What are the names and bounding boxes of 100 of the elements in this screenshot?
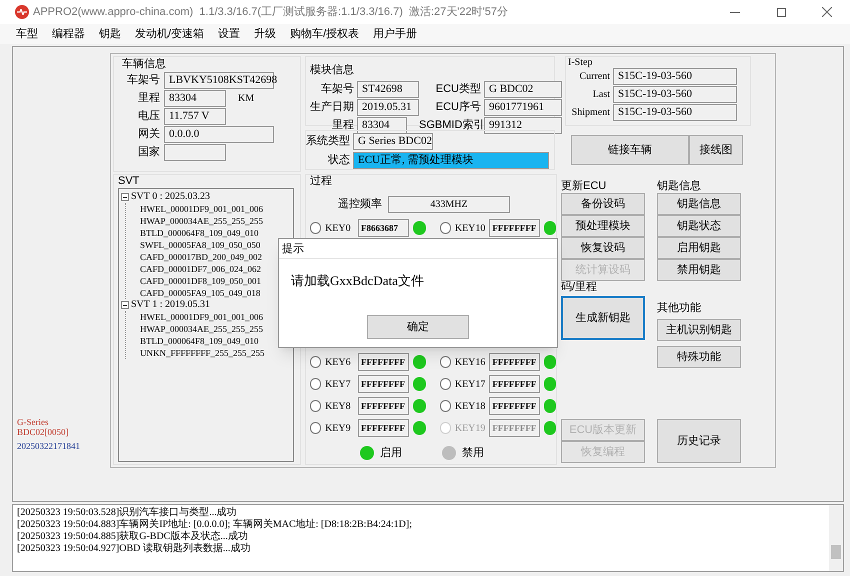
log-line: [20250323 19:50:04.927]OBD 读取钥匙列表数据...成功 [17, 543, 252, 555]
scrollbar[interactable] [829, 505, 843, 571]
tree-item[interactable]: BTLD_000064F8_109_049_010 [140, 227, 293, 239]
action-button[interactable]: 恢复设码 [561, 237, 645, 259]
radio-button[interactable] [310, 378, 322, 390]
menu-item[interactable]: 用户手册 [367, 26, 424, 42]
key-label: KEY16 [454, 356, 486, 370]
action-button[interactable]: 钥匙信息 [657, 193, 741, 215]
menu-item[interactable]: 升级 [248, 26, 282, 42]
text-field[interactable]: G Series BDC02 [353, 133, 433, 150]
group-title: 车辆信息 [122, 58, 167, 71]
text-field[interactable]: ST42698 [357, 81, 419, 98]
tree-item[interactable]: HWEL_00001DF9_001_001_006 [140, 203, 293, 215]
menu-item[interactable]: 车型 [10, 26, 44, 42]
tree-item[interactable]: HWAP_000034AE_255_255_255 [140, 215, 293, 227]
field-label: 车架号 [126, 72, 160, 88]
action-button[interactable]: 钥匙状态 [657, 215, 741, 237]
tree-item[interactable]: UNKN_FFFFFFFF_255_255_255 [140, 347, 293, 359]
group-title: 过程 [310, 175, 333, 188]
radio-button[interactable] [310, 422, 322, 434]
text-field[interactable]: 2019.05.31 [357, 99, 419, 116]
field-label: 车架号 [320, 82, 354, 98]
key-id-field[interactable]: FFFFFFFF [358, 375, 410, 393]
field-label: 里程 [137, 91, 160, 106]
field-label: 状态 [327, 152, 350, 168]
log-line: [20250323 19:50:04.885]获取G-BDC版本及状态...成功 [17, 531, 249, 542]
radio-button[interactable] [310, 222, 322, 234]
key-label: KEY7 [325, 378, 352, 392]
text-field[interactable]: G BDC02 [484, 81, 562, 98]
action-button[interactable]: 生成新钥匙 [561, 296, 645, 340]
text-field[interactable]: S15C-19-03-560 [613, 86, 737, 103]
text-field[interactable]: 991312 [484, 117, 562, 134]
menu-item[interactable]: 发动机/变速箱 [129, 26, 210, 42]
group-title: 钥匙信息 [657, 180, 702, 193]
collapse-icon[interactable] [121, 301, 129, 309]
key-label: KEY8 [325, 400, 352, 414]
menu-item[interactable]: 编程器 [46, 26, 91, 42]
text-field[interactable]: S15C-19-03-560 [613, 68, 737, 85]
radio-button[interactable] [440, 356, 451, 368]
key-id-field[interactable]: FFFFFFFF [489, 375, 540, 393]
field-label: Shipment [570, 106, 610, 120]
menu-item[interactable]: 购物车/授权表 [284, 26, 366, 42]
action-button[interactable]: 禁用钥匙 [657, 259, 741, 281]
key-id-field[interactable]: FFFFFFFF [489, 397, 540, 415]
frequency-field[interactable]: 433MHZ [388, 196, 510, 213]
field-label: ECU序号 [434, 100, 481, 116]
radio-button[interactable] [310, 400, 322, 412]
key-id-field[interactable]: FFFFFFFF [489, 219, 540, 237]
text-field[interactable]: 11.757 V [164, 108, 226, 125]
action-button[interactable]: 特殊功能 [657, 346, 741, 368]
action-button[interactable]: 备份设码 [561, 193, 645, 215]
key-label: KEY0 [325, 222, 352, 236]
text-field[interactable]: 83304 [164, 90, 226, 107]
info-text: 20250322171841 [17, 441, 81, 451]
menu-item[interactable]: 设置 [212, 26, 246, 42]
dialog-title: 提示 [279, 239, 557, 259]
group-title: 模块信息 [310, 64, 354, 76]
action-button[interactable]: 启用钥匙 [657, 237, 741, 259]
field-label: 国家 [137, 144, 160, 160]
action-button[interactable]: 历史记录 [657, 419, 741, 463]
field-label: 遥控频率 [337, 196, 382, 212]
key-id-field[interactable]: FFFFFFFF [358, 397, 410, 415]
action-button[interactable]: 链接车辆 [571, 135, 689, 165]
field-label: ECU类型 [434, 82, 481, 98]
key-id-field[interactable]: FFFFFFFF [358, 419, 410, 437]
key-label: KEY9 [325, 422, 352, 436]
field-label: Current [578, 70, 610, 84]
log-line: [20250323 19:50:04.883]车辆网关IP地址: [0.0.0.0]; 车辆网关MAC地址: [D8:18:2B:B4:24:1D]; [17, 519, 413, 530]
legend-label: 启用 [380, 446, 402, 461]
tree-item[interactable]: SVT 0 : 2025.03.23 [131, 191, 210, 203]
group-title: 其他功能 [657, 302, 701, 314]
ok-button[interactable]: 确定 [367, 315, 469, 339]
dialog-message: 请加载GxxBdcData文件 [291, 272, 425, 290]
action-button[interactable]: 接线图 [689, 135, 743, 165]
text-field[interactable]: S15C-19-03-560 [613, 104, 737, 121]
text-field[interactable]: 0.0.0.0 [164, 126, 274, 143]
app-logo-icon [15, 5, 29, 19]
info-text: G-Series [17, 417, 50, 427]
group-title: I-Step [568, 57, 594, 68]
action-button[interactable]: 预处理模块 [561, 215, 645, 237]
text-field[interactable]: 9601771961 [484, 99, 562, 116]
key-id-field[interactable]: FFFFFFFF [489, 353, 540, 371]
key-label: KEY19 [454, 422, 486, 436]
key-label: KEY6 [325, 356, 352, 370]
key-id-field[interactable]: F8663687 [358, 219, 410, 237]
text-field[interactable]: ECU正常, 需预处理模块 [353, 152, 549, 169]
key-id-field[interactable]: FFFFFFFF [358, 353, 410, 371]
radio-button[interactable] [440, 400, 451, 412]
action-button[interactable]: 主机识别钥匙 [657, 319, 741, 341]
tree-item[interactable]: SVT 1 : 2019.05.31 [131, 299, 210, 311]
radio-button[interactable] [440, 378, 451, 390]
collapse-icon[interactable] [121, 193, 129, 201]
radio-button[interactable] [440, 222, 451, 234]
key-label: KEY17 [454, 378, 486, 392]
unit-label: KM [238, 92, 254, 106]
field-label: 系统类型 [306, 134, 350, 150]
text-field[interactable] [164, 144, 226, 161]
log-line: [20250323 19:50:03.528]识别汽车接口与类型...成功 [17, 507, 238, 518]
radio-button[interactable] [310, 356, 322, 368]
menu-item[interactable]: 钥匙 [93, 26, 127, 42]
